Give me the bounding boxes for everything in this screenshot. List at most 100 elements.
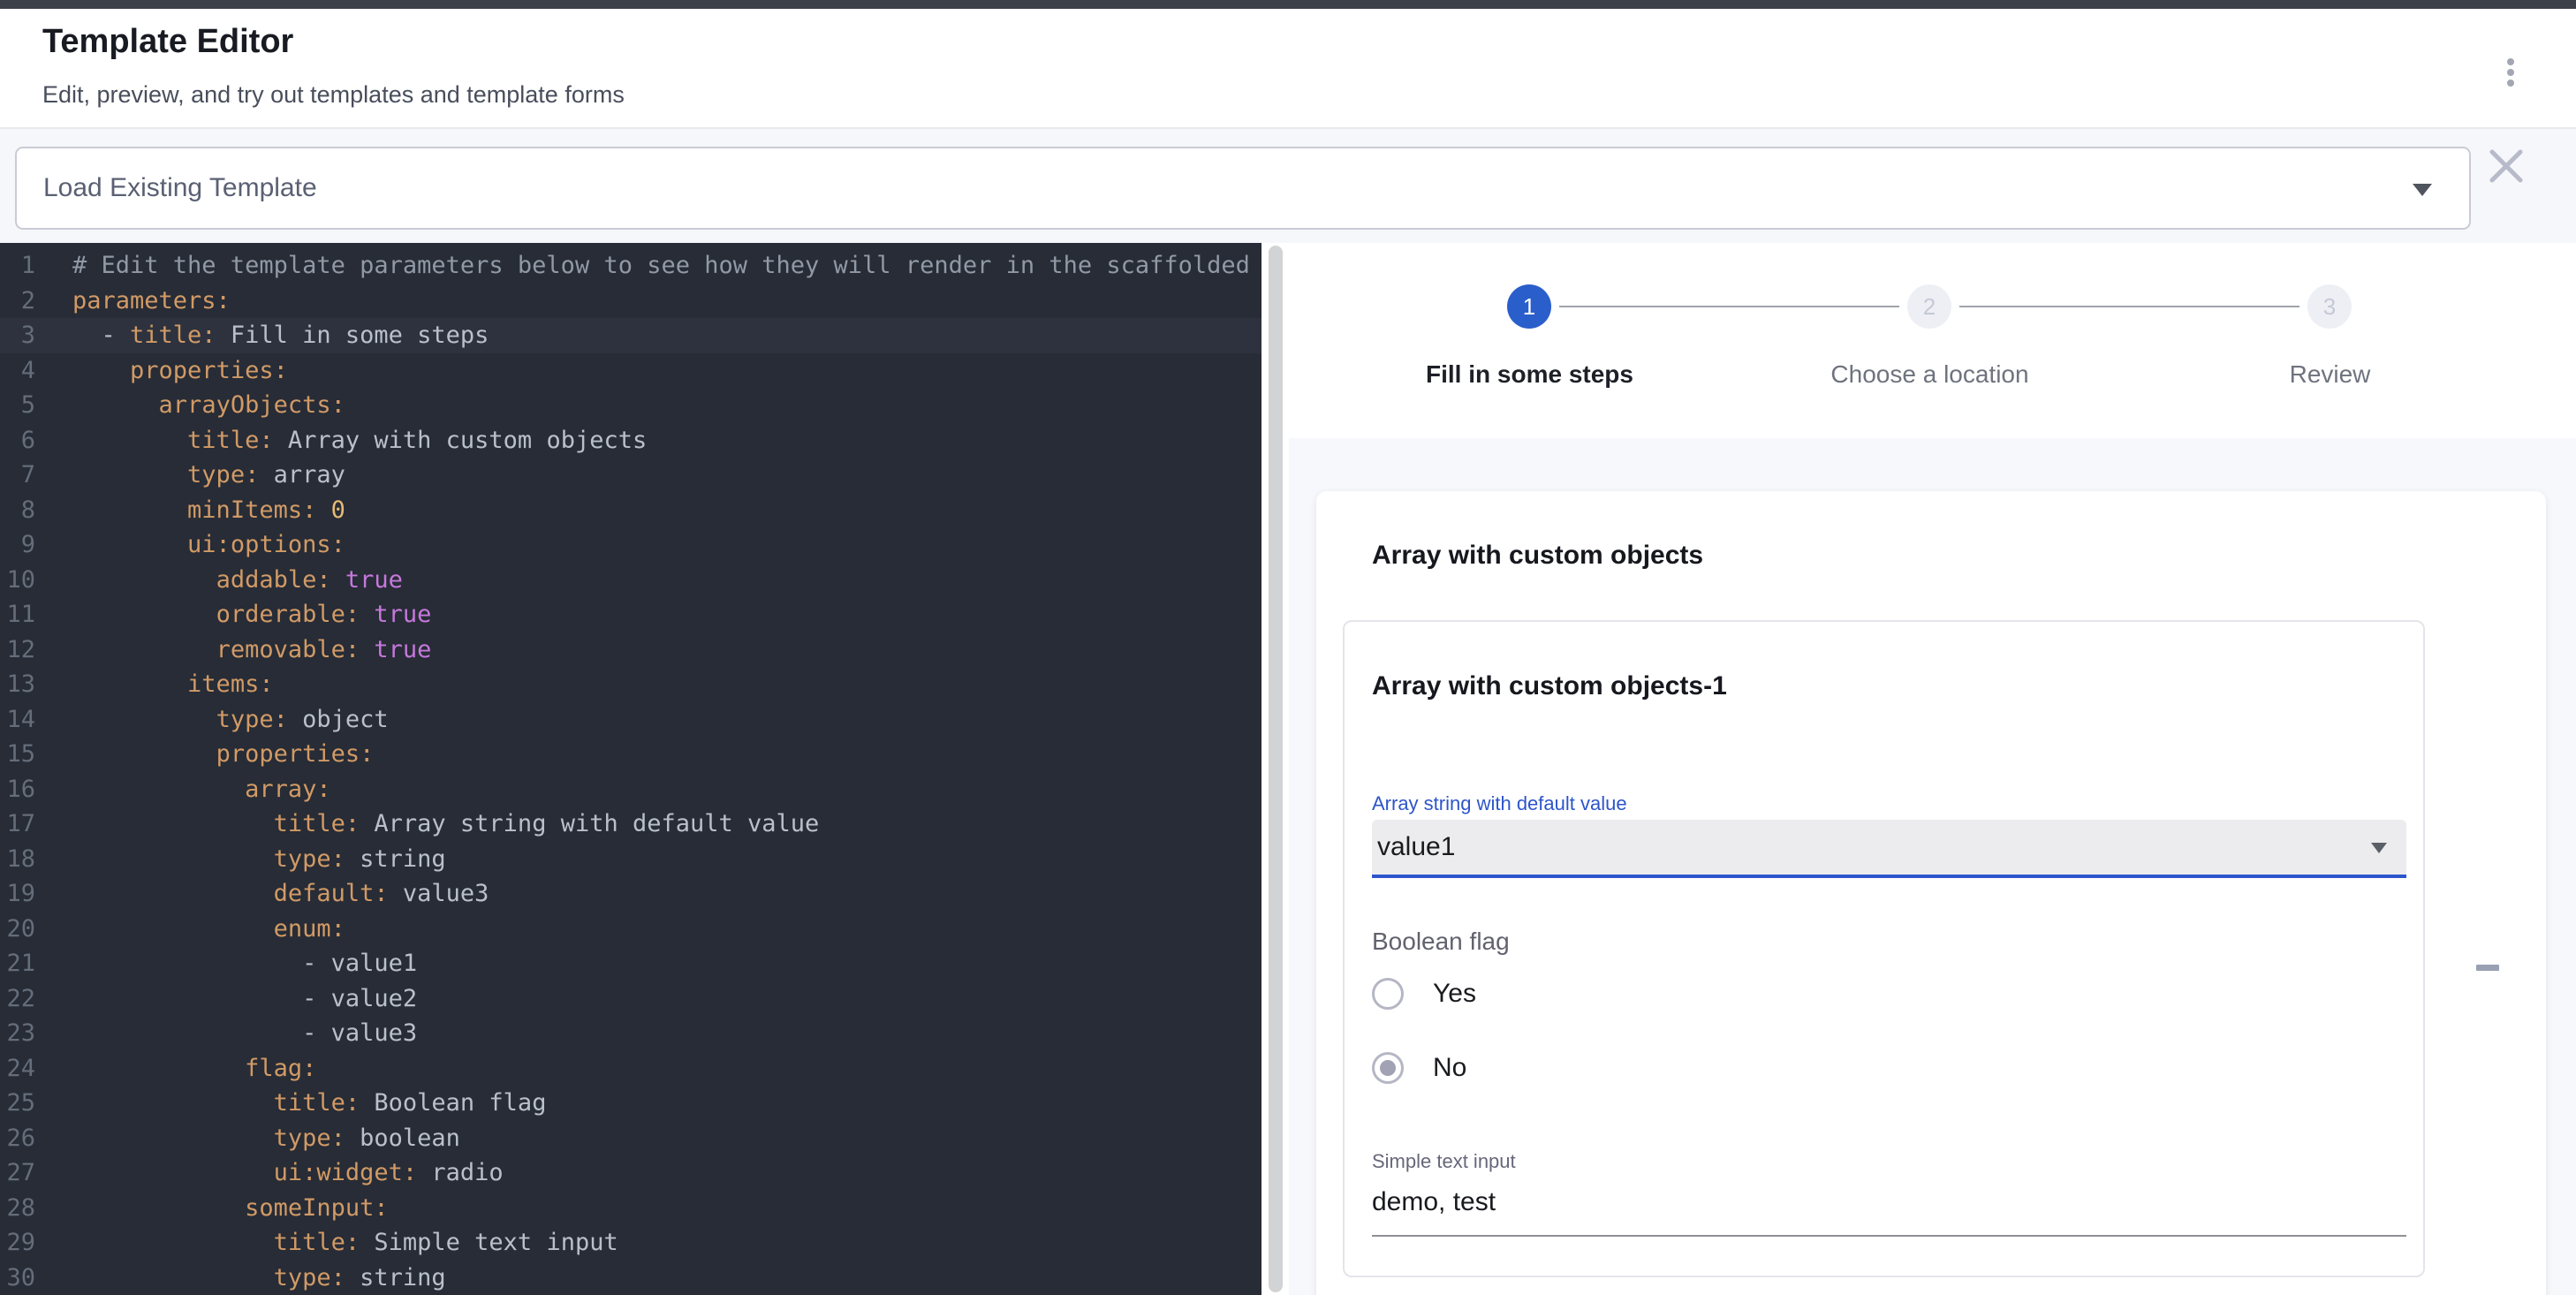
array-string-select[interactable]: value1 — [1372, 820, 2406, 878]
page-title: Template Editor — [42, 23, 293, 61]
load-existing-template-select[interactable]: Load Existing Template — [15, 147, 2471, 230]
code-line[interactable]: 21 - value1 — [0, 946, 1261, 981]
code-line[interactable]: 6 title: Array with custom objects — [0, 423, 1261, 458]
code-line[interactable]: 7 type: array — [0, 458, 1261, 493]
code-text: - value1 — [72, 950, 417, 977]
code-line[interactable]: 30 type: string — [0, 1261, 1261, 1295]
code-text: title: Simple text input — [72, 1229, 618, 1256]
code-line[interactable]: 8 minItems: 0 — [0, 493, 1261, 528]
dropdown-caret-icon — [2413, 184, 2432, 196]
line-number: 3 — [0, 318, 35, 353]
load-template-section: Load Existing Template — [0, 129, 2576, 243]
radio-unselected-icon — [1372, 978, 1404, 1010]
code-text: array: — [72, 776, 331, 803]
close-icon — [2487, 147, 2526, 186]
code-line[interactable]: 26 type: boolean — [0, 1121, 1261, 1156]
code-line[interactable]: 3 - title: Fill in some steps — [0, 318, 1261, 353]
code-text: - title: Fill in some steps — [72, 322, 489, 349]
line-number: 16 — [0, 772, 35, 807]
line-number: 8 — [0, 493, 35, 528]
step-circle-2[interactable]: 2 — [1907, 284, 1951, 329]
code-line[interactable]: 15 properties: — [0, 737, 1261, 772]
line-number: 26 — [0, 1121, 35, 1156]
code-text: orderable: true — [72, 601, 431, 628]
code-text: title: Array string with default value — [72, 810, 819, 837]
code-text: addable: true — [72, 566, 403, 594]
code-line[interactable]: 25 title: Boolean flag — [0, 1086, 1261, 1121]
code-text: type: string — [72, 1264, 446, 1291]
code-line[interactable]: 23 - value3 — [0, 1016, 1261, 1051]
code-text: type: object — [72, 706, 389, 733]
code-text: title: Boolean flag — [72, 1089, 546, 1117]
code-line[interactable]: 1# Edit the template parameters below to… — [0, 248, 1261, 284]
more-options-button[interactable] — [2493, 51, 2528, 94]
line-number: 17 — [0, 807, 35, 842]
line-number: 29 — [0, 1225, 35, 1261]
code-text: default: value3 — [72, 880, 489, 907]
code-line[interactable]: 20 enum: — [0, 912, 1261, 947]
page-subtitle: Edit, preview, and try out templates and… — [42, 81, 625, 109]
code-line[interactable]: 29 title: Simple text input — [0, 1225, 1261, 1261]
line-number: 19 — [0, 876, 35, 912]
clear-template-button[interactable] — [2481, 141, 2531, 191]
code-line[interactable]: 16 array: — [0, 772, 1261, 807]
code-line[interactable]: 19 default: value3 — [0, 876, 1261, 912]
kebab-icon — [2507, 69, 2514, 76]
select-field-label: Array string with default value — [1372, 792, 1627, 815]
code-text: removable: true — [72, 636, 431, 663]
radio-option-label: No — [1433, 1053, 1466, 1083]
code-text: type: string — [72, 845, 446, 873]
step-label-1: Fill in some steps — [1330, 360, 1730, 389]
line-number: 11 — [0, 597, 35, 632]
code-line[interactable]: 17 title: Array string with default valu… — [0, 807, 1261, 842]
radio-option-yes[interactable]: Yes — [1372, 978, 1476, 1010]
line-number: 10 — [0, 563, 35, 598]
line-number: 15 — [0, 737, 35, 772]
line-number: 24 — [0, 1051, 35, 1087]
line-number: 7 — [0, 458, 35, 493]
line-number: 4 — [0, 353, 35, 389]
radio-option-no[interactable]: No — [1372, 1052, 1466, 1084]
array-item-card: Array with custom objects-1 Array string… — [1343, 620, 2425, 1277]
code-line[interactable]: 4 properties: — [0, 353, 1261, 389]
array-item-title: Array with custom objects-1 — [1372, 671, 1727, 701]
code-line[interactable]: 24 flag: — [0, 1051, 1261, 1087]
code-line[interactable]: 18 type: string — [0, 842, 1261, 877]
code-line[interactable]: 2parameters: — [0, 284, 1261, 319]
line-number: 14 — [0, 702, 35, 738]
line-number: 2 — [0, 284, 35, 319]
code-line[interactable]: 10 addable: true — [0, 563, 1261, 598]
code-line[interactable]: 11 orderable: true — [0, 597, 1261, 632]
code-line[interactable]: 27 ui:widget: radio — [0, 1155, 1261, 1191]
code-line[interactable]: 22 - value2 — [0, 981, 1261, 1017]
step-circle-3[interactable]: 3 — [2307, 284, 2352, 329]
code-line[interactable]: 13 items: — [0, 667, 1261, 702]
select-caret-icon — [2371, 843, 2387, 853]
code-text: - value3 — [72, 1019, 417, 1047]
text-field-input[interactable]: demo, test — [1372, 1187, 1496, 1217]
step-label-3: Review — [2130, 360, 2530, 389]
code-text: ui:widget: radio — [72, 1159, 504, 1186]
code-line[interactable]: 28 someInput: — [0, 1191, 1261, 1226]
radio-group-label: Boolean flag — [1372, 928, 1510, 956]
code-text: items: — [72, 670, 274, 698]
line-number: 1 — [0, 248, 35, 284]
code-line[interactable]: 12 removable: true — [0, 632, 1261, 668]
code-line[interactable]: 9 ui:options: — [0, 527, 1261, 563]
page-header: Template Editor Edit, preview, and try o… — [0, 9, 2576, 129]
code-text: enum: — [72, 915, 345, 943]
step-connector — [1559, 306, 1899, 307]
step-connector — [1959, 306, 2299, 307]
line-number: 20 — [0, 912, 35, 947]
step-circle-1[interactable]: 1 — [1507, 284, 1551, 329]
code-line[interactable]: 14 type: object — [0, 702, 1261, 738]
select-value: value1 — [1377, 832, 1455, 862]
remove-item-button[interactable] — [2466, 946, 2509, 988]
kebab-icon — [2507, 80, 2514, 87]
code-text: properties: — [72, 740, 374, 768]
code-text: minItems: 0 — [72, 496, 345, 524]
scrollbar-thumb[interactable] — [1269, 246, 1283, 1292]
code-line[interactable]: 5 arrayObjects: — [0, 388, 1261, 423]
radio-selected-icon — [1372, 1052, 1404, 1084]
yaml-code-editor[interactable]: 1# Edit the template parameters below to… — [0, 243, 1261, 1295]
